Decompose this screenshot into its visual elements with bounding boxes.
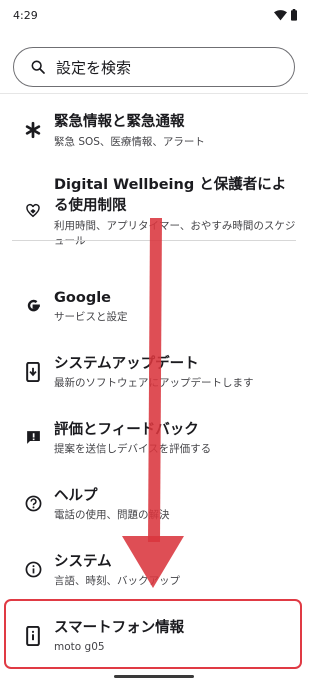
item-title: 緊急情報と緊急通報: [54, 114, 185, 130]
google-icon: [23, 295, 43, 315]
item-title: ヘルプ: [54, 488, 98, 504]
item-subtitle: 最新のソフトウェアにアップデートします: [54, 377, 254, 389]
item-subtitle: 提案を送信しデバイスを評価する: [54, 443, 212, 455]
home-indicator[interactable]: [114, 675, 194, 678]
settings-item-system-update[interactable]: システムアップデート 最新のソフトウェアにアップデートします: [0, 352, 308, 396]
item-title: 評価とフィードバック: [54, 422, 199, 438]
info-icon: [23, 559, 43, 579]
item-title: Digital Wellbeing と保護者による使用制限: [54, 177, 287, 214]
item-title: Google: [54, 290, 112, 306]
item-title: システム: [54, 554, 112, 570]
settings-item-system[interactable]: システム 言語、時刻、バックアップ: [0, 550, 308, 594]
item-subtitle: サービスと設定: [54, 311, 128, 323]
search-placeholder: 設定を検索: [56, 58, 132, 77]
item-subtitle: 利用時間、アプリタイマー、おやすみ時間のスケジュール: [54, 220, 296, 247]
search-bar[interactable]: 設定を検索: [13, 47, 295, 87]
settings-item-google[interactable]: Google サービスと設定: [0, 286, 308, 330]
wellbeing-heart-icon: [23, 201, 43, 221]
settings-item-digital-wellbeing[interactable]: Digital Wellbeing と保護者による使用制限 利用時間、アプリタイ…: [0, 172, 308, 247]
highlight-box: [4, 599, 302, 669]
asterisk-icon: [23, 120, 43, 140]
search-icon: [30, 59, 46, 75]
item-subtitle: 電話の使用、問題の解決: [54, 509, 170, 521]
help-icon: [23, 493, 43, 513]
battery-icon: [291, 9, 297, 21]
item-subtitle: 緊急 SOS、医療情報、アラート: [54, 136, 205, 148]
wifi-icon: [274, 9, 287, 20]
item-subtitle: 言語、時刻、バックアップ: [54, 575, 180, 587]
status-bar: 4:29: [0, 0, 308, 30]
settings-item-emergency[interactable]: 緊急情報と緊急通報 緊急 SOS、医療情報、アラート: [0, 108, 308, 158]
status-time: 4:29: [13, 9, 38, 22]
settings-item-help[interactable]: ヘルプ 電話の使用、問題の解決: [0, 484, 308, 528]
settings-item-feedback[interactable]: 評価とフィードバック 提案を送信しデバイスを評価する: [0, 418, 308, 462]
section-divider: [12, 240, 296, 241]
status-icons: [274, 9, 298, 21]
item-title: システムアップデート: [54, 356, 199, 372]
feedback-icon: [23, 427, 43, 447]
top-divider: [0, 93, 308, 94]
system-update-icon: [23, 362, 43, 382]
